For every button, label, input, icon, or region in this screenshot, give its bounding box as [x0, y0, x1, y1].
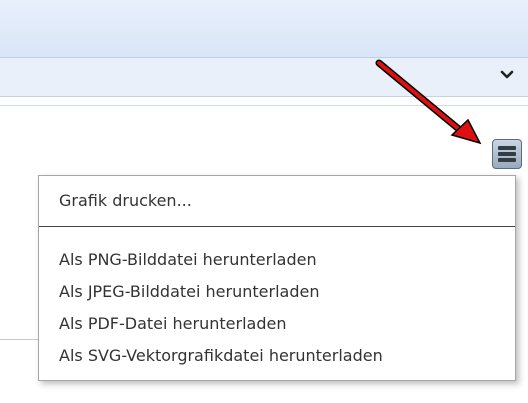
arrow-annotation-icon	[375, 59, 482, 145]
menu-separator	[39, 226, 515, 227]
hamburger-menu-button[interactable]	[492, 139, 522, 169]
download-jpeg-menu-item[interactable]: Als JPEG-Bilddatei herunterladen	[59, 282, 319, 301]
export-menu: Grafik drucken... Als PNG-Bilddatei heru…	[38, 175, 516, 381]
divider	[0, 339, 40, 340]
page: Grafik drucken... Als PNG-Bilddatei heru…	[0, 0, 528, 403]
top-toolbar	[0, 0, 528, 58]
download-svg-menu-item[interactable]: Als SVG-Vektorgrafikdatei herunterladen	[59, 346, 383, 365]
chevron-down-icon[interactable]	[500, 66, 514, 87]
download-png-menu-item[interactable]: Als PNG-Bilddatei herunterladen	[59, 250, 317, 269]
download-pdf-menu-item[interactable]: Als PDF-Datei herunterladen	[59, 314, 286, 333]
print-chart-menu-item[interactable]: Grafik drucken...	[59, 191, 192, 210]
